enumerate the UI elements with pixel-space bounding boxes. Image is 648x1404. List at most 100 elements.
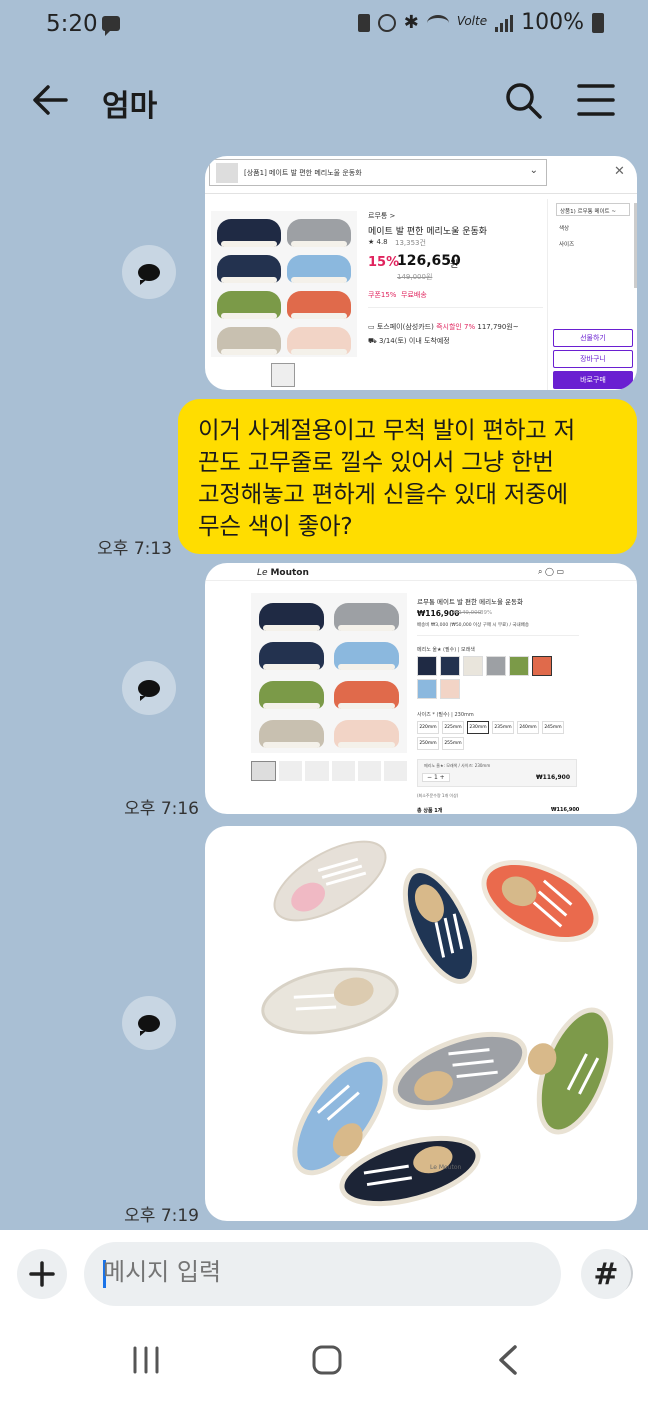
shipping-text: 무료배송 <box>401 291 427 299</box>
color-value: 모래색 <box>461 647 475 653</box>
card-info-highlight: 즉시할인 7% <box>436 323 476 331</box>
swatch <box>486 656 506 676</box>
chevron-down-icon: ⌄ <box>529 165 538 176</box>
delivery-text: 3/14(토) 이내 도착예정 <box>379 337 450 345</box>
close-icon: ✕ <box>614 164 625 179</box>
contact-avatar[interactable] <box>122 661 176 715</box>
swatch <box>417 656 437 676</box>
logo-text: Mouton <box>270 568 309 578</box>
qty-value: 1 <box>433 774 438 781</box>
message-line: 끈도 고무줄로 낄수 있어서 그냥 한번 <box>198 448 554 476</box>
divider <box>205 193 637 194</box>
buy-button: 바로구매 <box>553 371 633 389</box>
discount-rate: 39% <box>480 610 493 616</box>
home-icon[interactable] <box>311 1344 343 1376</box>
back-nav-icon[interactable] <box>496 1344 520 1376</box>
wifi-icon <box>426 14 449 31</box>
chat-bubble-icon <box>138 679 160 701</box>
brand-label: Le Mouton <box>430 1164 462 1171</box>
shipping-text: 배송비 ₩3,000 (₩50,000 이상 구매 시 무료) / 국내배송 <box>417 623 529 628</box>
alarm-icon <box>377 13 396 32</box>
image-message[interactable]: Le Mouton <box>205 826 637 1221</box>
search-icon[interactable] <box>503 80 543 120</box>
swatch <box>532 656 552 676</box>
message-timestamp: 오후 7:13 <box>97 539 172 559</box>
hashtag-button[interactable]: # <box>581 1249 631 1299</box>
color-option-label: 메리노 울★ (필수) | 모래색 <box>417 647 475 653</box>
back-arrow-icon[interactable] <box>30 80 70 120</box>
divider <box>205 580 637 581</box>
line-total: ₩116,900 <box>536 774 570 781</box>
swatch <box>463 656 483 676</box>
size-chip: 220mm <box>417 721 439 734</box>
product-image <box>211 211 357 357</box>
size-chip: 255mm <box>442 737 464 750</box>
color-swatches <box>417 656 567 699</box>
order-note: (최소주문수량 1개 이상) <box>417 793 459 798</box>
battery-saver-icon <box>357 13 370 32</box>
plus-icon <box>29 1261 55 1287</box>
image-message[interactable]: Le Mouton ⌕ ◯ ▭ 르무통 메이트 발 편한 메리노울 운동화 ₩1… <box>205 563 637 814</box>
size-chip: 235mm <box>492 721 514 734</box>
size-chip: 230mm <box>467 721 489 734</box>
dropdown-thumb <box>216 163 238 183</box>
card-info: ▭ 토스페이(삼성카드) 즉시할인 7% 117,790원~ <box>368 322 519 332</box>
size-chip: 225mm <box>442 721 464 734</box>
thumbnail <box>305 761 329 781</box>
size-value: 230mm <box>454 712 474 718</box>
thumbnail <box>271 363 295 387</box>
scrollbar <box>634 203 637 288</box>
selected-option-box: 메리노 울★: 모래색 / 사이즈: 230mm − 1 + ₩116,900 <box>417 759 577 787</box>
message-notification-icon <box>102 16 120 36</box>
card-info-prefix: 토스페이(삼성카드) <box>376 323 434 331</box>
cart-button: 장바구니 <box>553 350 633 368</box>
thumbnail <box>279 761 303 781</box>
volte-icon: Volte <box>456 13 488 28</box>
product-name: 르무통 메이트 발 편한 메리노울 운동화 <box>417 598 524 606</box>
swatch <box>417 679 437 699</box>
divider <box>368 307 543 308</box>
message-line: 고정해놓고 편하게 신을수 있대 저중에 <box>198 480 568 508</box>
truck-icon: ⛟ <box>368 337 380 345</box>
shoes-photo: Le Mouton <box>261 840 614 1207</box>
dropdown-label: [상품1] 메이트 발 편한 메리노울 운동화 <box>244 169 362 177</box>
swatch <box>440 656 460 676</box>
product-image <box>251 593 407 753</box>
site-logo: Le Mouton <box>257 568 309 578</box>
menu-icon[interactable] <box>576 82 616 118</box>
battery-percent: 100% <box>521 10 584 35</box>
divider <box>417 635 579 636</box>
message-timestamp: 오후 7:16 <box>124 799 199 819</box>
original-price: ₩149,000 <box>453 610 482 616</box>
attach-button[interactable] <box>17 1249 67 1299</box>
total-price: ₩116,900 <box>551 807 580 813</box>
thumbnail-strip <box>251 761 408 781</box>
image-message[interactable]: [상품1] 메이트 발 편한 메리노울 운동화 ⌄ ✕ 르무통 > 메이트 발 … <box>205 156 637 390</box>
chat-bubble-icon <box>138 1014 160 1036</box>
brand-link: 르무통 > <box>368 212 396 220</box>
recent-apps-icon[interactable] <box>131 1345 161 1375</box>
size-grid: 220mm 225mm 230mm 235mm 240mm 245mm 250m… <box>417 721 573 750</box>
chat-bubble-icon <box>138 263 160 285</box>
signal-icon <box>495 14 514 32</box>
product-dropdown: [상품1] 메이트 발 편한 메리노울 운동화 ⌄ <box>209 159 547 186</box>
color-label: 메리노 울★ (필수) <box>417 647 457 653</box>
size-chip: 240mm <box>517 721 539 734</box>
card-info-suffix: 117,790원~ <box>477 323 519 331</box>
contact-avatar[interactable] <box>122 996 176 1050</box>
size-label: 사이즈 * (필수) <box>417 712 450 718</box>
message-input[interactable] <box>103 1258 483 1286</box>
swatch <box>509 656 529 676</box>
bluetooth-icon: ✱ <box>403 11 419 33</box>
coupon-text: 쿠폰15% <box>368 291 397 299</box>
thumbnail <box>383 761 408 781</box>
my-text-message[interactable]: 이거 사계절용이고 무척 발이 편하고 저 끈도 고무줄로 낄수 있어서 그냥 … <box>178 399 637 554</box>
size-option-label: 사이즈 * (필수) | 230mm <box>417 712 474 718</box>
hash-icon: # <box>593 1256 619 1292</box>
message-input-container <box>84 1242 633 1306</box>
logo-prefix: Le <box>257 568 268 578</box>
battery-icon <box>592 12 604 33</box>
contact-avatar[interactable] <box>122 245 176 299</box>
gift-button: 선물하기 <box>553 329 633 347</box>
original-price: 149,000원 <box>397 273 433 281</box>
